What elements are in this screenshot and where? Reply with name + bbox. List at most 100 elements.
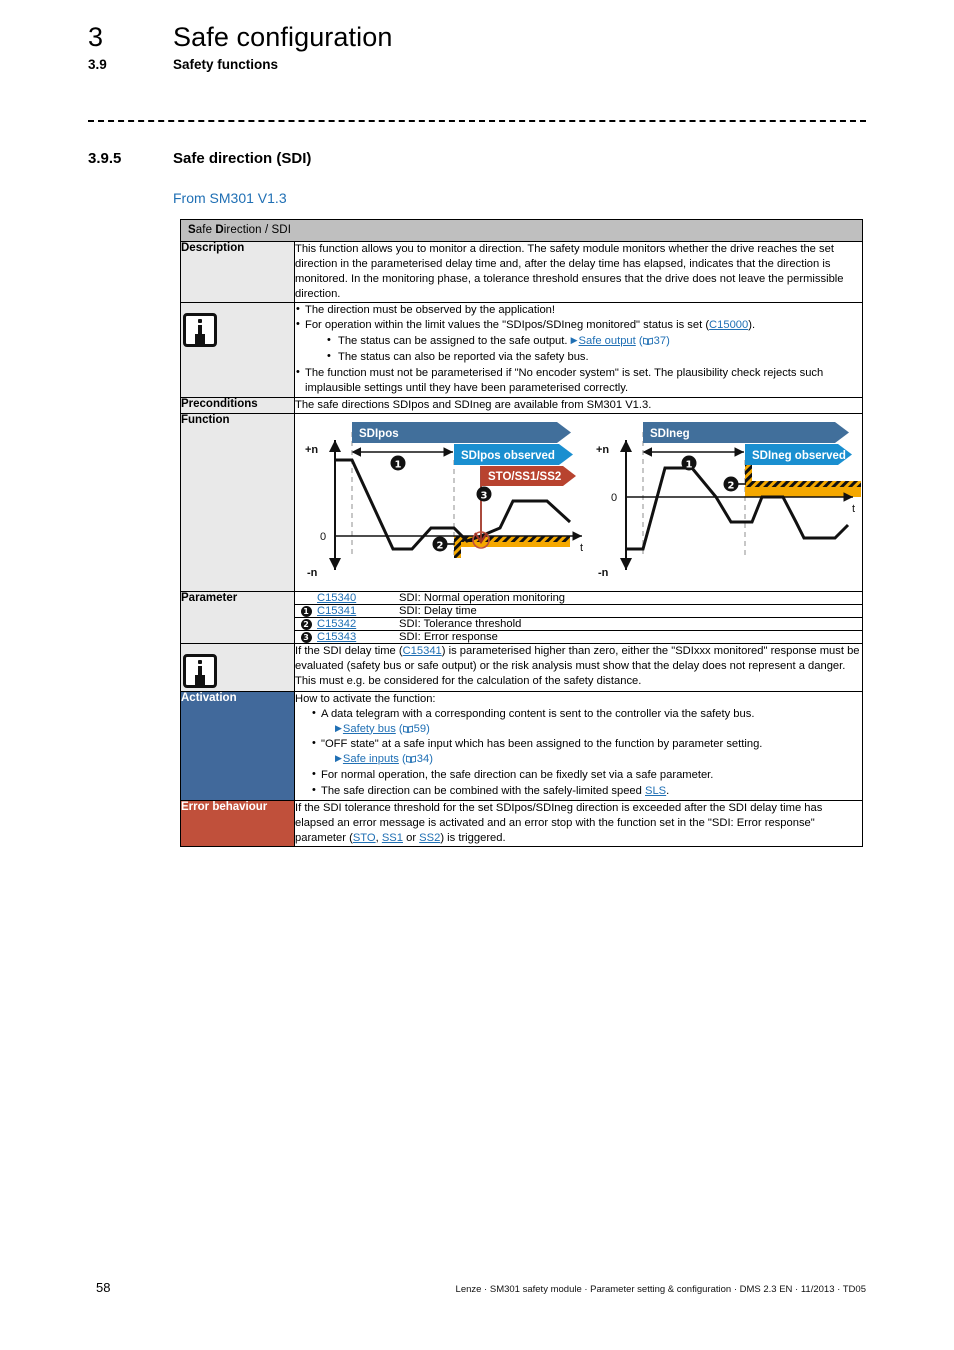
- row-body-note-1: The direction must be observed by the ap…: [294, 301, 863, 398]
- link-sto[interactable]: STO: [353, 832, 376, 844]
- xref-safety-bus-label[interactable]: Safety bus: [343, 723, 396, 735]
- chapter-title: Safe configuration: [173, 22, 393, 52]
- note-1-bullet-3: The function must not be parameterised i…: [295, 365, 862, 396]
- note-1-sub-1: The status can be assigned to the safe o…: [327, 333, 862, 349]
- info-icon: [183, 312, 217, 347]
- section-title: Safety functions: [173, 57, 279, 72]
- row-label-preconditions: Preconditions: [180, 396, 295, 414]
- activation-bullet-4-pre: The safe direction can be combined with …: [321, 785, 645, 798]
- marker-2: 2: [300, 618, 312, 630]
- note-1-list: The direction must be observed by the ap…: [295, 302, 862, 396]
- param-link-c15340[interactable]: C15340: [317, 592, 356, 604]
- document-page: 3 Safe configuration 3.9 Safety function…: [0, 0, 954, 1350]
- marker-tolerance-right: 2: [723, 476, 739, 492]
- svg-text:t: t: [852, 503, 855, 515]
- parameter-desc: SDI: Delay time: [399, 604, 862, 618]
- link-ss1[interactable]: SS1: [382, 832, 403, 844]
- activation-intro: How to activate the function:: [295, 692, 436, 705]
- chevron-right-icon: ▶: [335, 722, 342, 733]
- xref-safe-inputs-label[interactable]: Safe inputs: [343, 753, 399, 765]
- svg-text:+n: +n: [596, 444, 609, 456]
- xref-safe-output-label[interactable]: Safe output: [579, 335, 636, 347]
- parameter-code-cell: C15340: [317, 591, 399, 605]
- row-body-error-behaviour: If the SDI tolerance threshold for the s…: [294, 800, 863, 847]
- parameter-marker: [295, 591, 317, 605]
- xref-safety-bus-page: 59: [413, 722, 427, 735]
- svg-text:SDIneg: SDIneg: [650, 428, 690, 440]
- row-body-description: This function allows you to monitor a di…: [294, 241, 863, 303]
- activation-bullet-2: "OFF state" at a safe input which has be…: [311, 736, 862, 767]
- xref-safety-bus[interactable]: ▶Safety bus (59): [335, 723, 430, 735]
- row-error-behaviour: Error behaviour If the SDI tolerance thr…: [180, 800, 863, 847]
- preconditions-text: The safe directions SDIpos and SDIneg ar…: [295, 398, 652, 411]
- row-parameter: Parameter C15340 SDI: Normal operation m…: [180, 590, 863, 644]
- note-2-pre: If the SDI delay time (: [295, 644, 403, 657]
- table-title-cell: Safe Direction / SDI: [180, 219, 863, 242]
- info-icon: [183, 653, 217, 688]
- svg-text:-n: -n: [307, 567, 318, 579]
- param-link-c15342[interactable]: C15342: [317, 618, 356, 630]
- book-icon: [405, 755, 416, 764]
- link-ss2[interactable]: SS2: [419, 832, 440, 844]
- xref-safe-inputs[interactable]: ▶Safe inputs (34): [335, 753, 433, 765]
- row-note-2: If the SDI delay time (C15341) is parame…: [180, 642, 863, 692]
- svg-text:STO/SS1/SS2: STO/SS1/SS2: [488, 471, 561, 483]
- xref-safe-output[interactable]: ▶Safe output (37): [571, 335, 670, 347]
- parameter-desc: SDI: Normal operation monitoring: [399, 591, 862, 605]
- activation-bullet-1-text: A data telegram with a corresponding con…: [321, 707, 755, 720]
- activation-bullet-4-post: .: [666, 785, 670, 798]
- table-row: 2 C15342 SDI: Tolerance threshold: [295, 617, 862, 631]
- note-1-bullet-2: For operation within the limit values th…: [295, 317, 862, 365]
- svg-text:3: 3: [481, 490, 488, 501]
- note-1-sub-1-text: The status can be assigned to the safe o…: [338, 335, 568, 348]
- row-activation: Activation How to activate the function:…: [180, 690, 863, 802]
- row-function: Function SDIpos SDIpos observed STO/SS1/…: [180, 412, 863, 592]
- chevron-right-icon: ▶: [335, 753, 342, 764]
- sdi-timing-diagram: SDIpos SDIpos observed STO/SS1/SS2 +n 0 …: [305, 421, 861, 579]
- note-1-bullet-1: The direction must be observed by the ap…: [295, 302, 862, 318]
- parameter-marker: 2: [295, 617, 317, 631]
- parameter-code-cell: C15341: [317, 604, 399, 618]
- book-icon: [642, 337, 653, 346]
- error-post: ) is triggered.: [440, 831, 506, 844]
- row-body-parameter: C15340 SDI: Normal operation monitoring …: [294, 590, 863, 644]
- svg-text:t: t: [580, 542, 583, 554]
- svg-text:1: 1: [686, 459, 693, 470]
- diagram-sdineg: SDIneg SDIneg observed +n 0 -n t 1 2: [596, 421, 861, 579]
- svg-text:2: 2: [437, 540, 444, 551]
- param-link-c15341[interactable]: C15341: [317, 605, 356, 617]
- note-1-sublist: The status can be assigned to the safe o…: [305, 333, 862, 365]
- row-label-parameter: Parameter: [180, 590, 295, 644]
- row-description: Description This function allows you to …: [180, 241, 863, 303]
- note-1-bullet-2-pre: For operation within the limit values th…: [305, 319, 710, 332]
- param-link-c15341-note[interactable]: C15341: [403, 645, 442, 657]
- row-body-activation: How to activate the function: A data tel…: [294, 690, 863, 802]
- link-sls[interactable]: SLS: [645, 785, 666, 797]
- subsection-heading: 3.9.5 Safe direction (SDI): [88, 150, 311, 167]
- subsection-title: Safe direction (SDI): [173, 150, 312, 167]
- table-header-row: Safe Direction / SDI: [180, 219, 863, 242]
- marker-tolerance-left: 2: [432, 536, 448, 552]
- svg-text:0: 0: [320, 531, 326, 543]
- section-number: 3.9: [88, 57, 107, 72]
- safe-direction-table: Safe Direction / SDI Description This fu…: [180, 219, 863, 847]
- row-label-function: Function: [180, 412, 295, 592]
- running-head: 3 Safe configuration 3.9 Safety function…: [88, 22, 878, 72]
- parameter-marker: 1: [295, 604, 317, 618]
- note-1-bullet-2-post: ).: [748, 319, 756, 332]
- activation-list: A data telegram with a corresponding con…: [295, 706, 862, 799]
- marker-3: 3: [300, 631, 312, 643]
- note-2-icon-cell: [180, 642, 295, 692]
- row-label-activation: Activation: [180, 690, 295, 802]
- table-row: C15340 SDI: Normal operation monitoring: [295, 591, 862, 605]
- diagram-sdipos: SDIpos SDIpos observed STO/SS1/SS2 +n 0 …: [305, 421, 583, 579]
- svg-text:0: 0: [611, 492, 617, 504]
- running-head-secondary: 3.9 Safety functions: [88, 57, 878, 72]
- parameter-marker: 3: [295, 630, 317, 643]
- svg-text:SDIneg observed: SDIneg observed: [752, 450, 846, 462]
- marker-1: 1: [300, 605, 312, 617]
- param-link-c15000[interactable]: C15000: [709, 319, 748, 331]
- note-1-sub-2: The status can also be reported via the …: [327, 349, 862, 365]
- function-figure: SDIpos SDIpos observed STO/SS1/SS2 +n 0 …: [295, 414, 862, 591]
- param-link-c15343[interactable]: C15343: [317, 631, 356, 643]
